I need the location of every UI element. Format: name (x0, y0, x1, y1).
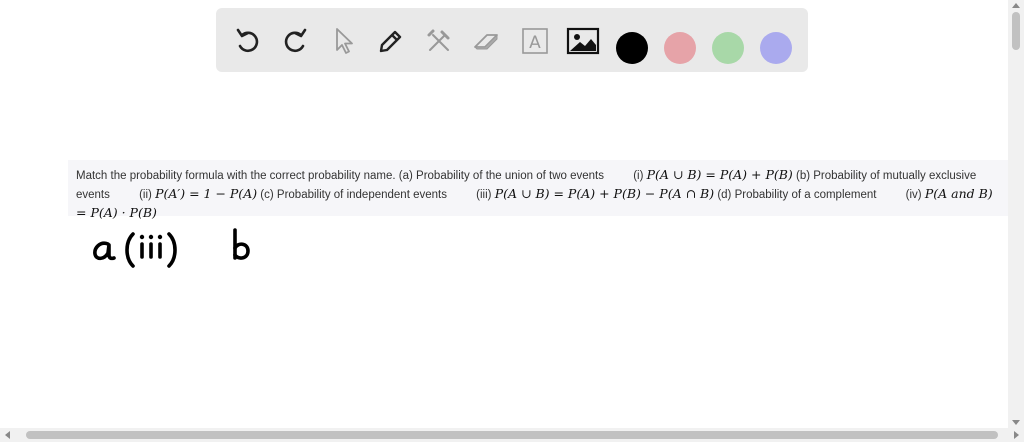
scroll-left-icon[interactable] (5, 431, 10, 439)
eraser-icon[interactable] (470, 24, 504, 58)
formula-label-iii: (iii) (476, 189, 492, 201)
scroll-down-icon[interactable] (1012, 420, 1020, 425)
formula-label-iv: (iv) (905, 189, 922, 201)
drawing-toolbar: A (216, 8, 808, 72)
horizontal-scrollbar[interactable] (0, 428, 1024, 442)
vertical-scroll-thumb[interactable] (1012, 12, 1020, 50)
svg-text:A: A (529, 33, 541, 53)
redo-icon[interactable] (278, 24, 312, 58)
color-purple-swatch[interactable] (760, 32, 792, 64)
formula-ii: P(A′) = 1 − P(A) (155, 186, 258, 201)
undo-icon[interactable] (231, 24, 265, 58)
handwritten-answer (93, 228, 250, 268)
horizontal-scroll-thumb[interactable] (26, 431, 998, 439)
pen-icon[interactable] (374, 24, 408, 58)
formula-label-i: (i) (633, 170, 644, 182)
formula-label-ii: (ii) (139, 189, 152, 201)
formula-i: P(A ∪ B) = P(A) + P(B) (646, 167, 793, 182)
color-pink-swatch[interactable] (664, 32, 696, 64)
question-text: Match the probability formula with the c… (68, 160, 1008, 220)
whiteboard-page: A Match the probability formula with the… (0, 0, 1024, 442)
text-icon[interactable]: A (518, 24, 552, 58)
question-part-d: (d) Probability of a complement (717, 189, 877, 201)
question-part-c: (c) Probability of independent events (260, 189, 447, 201)
question-part-a: Match the probability formula with the c… (76, 170, 604, 182)
pointer-icon[interactable] (326, 24, 360, 58)
formula-iii: P(A ∪ B) = P(A) + P(B) − P(A ∩ B) (494, 186, 715, 201)
vertical-scrollbar[interactable] (1008, 0, 1024, 428)
scroll-right-icon[interactable] (1014, 431, 1019, 439)
color-black-swatch[interactable] (616, 32, 648, 64)
image-icon[interactable] (566, 24, 600, 58)
scroll-up-icon[interactable] (1012, 3, 1020, 8)
color-green-swatch[interactable] (712, 32, 744, 64)
tools-icon[interactable] (422, 24, 456, 58)
